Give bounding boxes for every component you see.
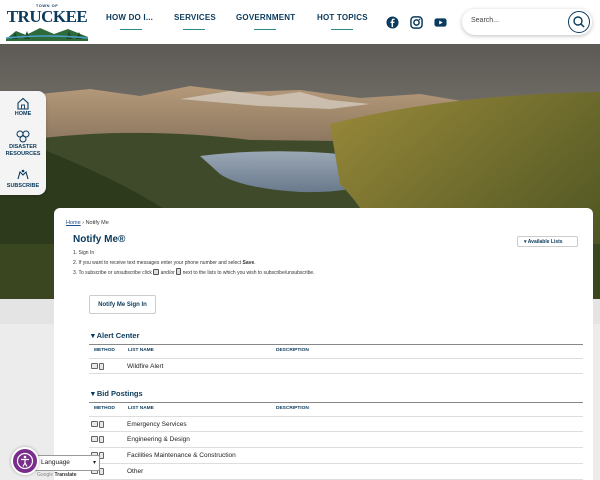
nav-underline xyxy=(331,29,353,30)
facebook-icon[interactable] xyxy=(386,16,399,29)
breadcrumb-home-link[interactable]: Home xyxy=(66,220,81,226)
step-1: 1. Sign In xyxy=(73,250,95,256)
logo-name: TRUCKEE xyxy=(6,7,88,26)
column-list-name: LIST NAME xyxy=(128,406,154,411)
language-select[interactable]: Language ▾ xyxy=(34,455,100,471)
site-header: TOWN OF TRUCKEE HOW DO I... SERVICES GOV… xyxy=(0,0,600,44)
nav-hot-topics[interactable]: HOT TOPICS xyxy=(317,13,368,22)
google-translate-attribution[interactable]: Google Translate xyxy=(37,472,76,478)
list-name: Engineering & Design xyxy=(127,436,190,443)
section-alert-center-toggle[interactable]: ▾ Alert Center xyxy=(91,331,140,340)
method-icons xyxy=(91,363,105,381)
side-disaster-label: DISASTER RESOURCES xyxy=(5,144,41,157)
page-title: Notify Me® xyxy=(73,234,126,245)
sms-subscribe-icon[interactable] xyxy=(99,421,104,428)
list-name: Emergency Services xyxy=(127,421,187,428)
email-subscribe-icon[interactable] xyxy=(91,421,98,427)
table-row: Emergency Services xyxy=(89,416,583,432)
side-home-label: HOME xyxy=(14,111,32,117)
section-divider xyxy=(89,344,583,345)
column-method: METHOD xyxy=(94,406,115,411)
table-row: Engineering & Design xyxy=(89,432,583,448)
step-2-end: . xyxy=(254,259,256,266)
search-button[interactable] xyxy=(568,11,590,33)
language-select-value: Language xyxy=(41,459,70,466)
list-name: Other xyxy=(127,468,144,475)
step-3-text: 3. To subscribe or unsubscribe click xyxy=(73,270,154,276)
disaster-icon xyxy=(16,130,30,143)
available-lists-label: Available Lists xyxy=(527,239,563,245)
step-2: 2. If you want to receive text messages … xyxy=(73,259,315,269)
search-input[interactable]: Search... xyxy=(471,17,499,24)
column-description: DESCRIPTION xyxy=(276,348,309,353)
step-3-and: and/or xyxy=(159,270,177,276)
table-row: Other xyxy=(89,464,583,480)
step-3-end: next to the lists to which you wish to s… xyxy=(181,270,315,276)
email-subscribe-icon[interactable] xyxy=(91,363,98,369)
google-label: Google xyxy=(37,472,54,478)
accessibility-button[interactable] xyxy=(11,447,39,475)
step-2-save: Save xyxy=(242,259,255,266)
instructions: 1. Sign In 2. If you want to receive tex… xyxy=(73,249,315,279)
sms-subscribe-icon[interactable] xyxy=(99,436,104,443)
column-description: DESCRIPTION xyxy=(276,406,309,411)
town-logo[interactable]: TOWN OF TRUCKEE xyxy=(6,3,88,41)
side-home[interactable]: HOME xyxy=(0,97,46,118)
side-subscribe-label: SUBSCRIBE xyxy=(6,183,40,189)
nav-services[interactable]: SERVICES xyxy=(174,13,216,22)
home-icon xyxy=(17,97,29,110)
notify-me-sign-in-button[interactable]: Notify Me Sign In xyxy=(89,295,156,314)
search-icon xyxy=(573,16,585,28)
table-row: Facilities Maintenance & Construction xyxy=(89,448,583,464)
breadcrumb-current: Notify Me xyxy=(85,220,109,226)
subscribe-icon xyxy=(17,169,29,180)
logo-trees-graphic xyxy=(6,28,88,41)
nav-underline xyxy=(120,29,142,30)
nav-underline xyxy=(183,29,205,30)
nav-underline xyxy=(254,29,276,30)
nav-how-do-i[interactable]: HOW DO I... xyxy=(106,13,153,22)
list-name: Facilities Maintenance & Construction xyxy=(127,452,236,459)
section-divider xyxy=(89,402,583,403)
column-method: METHOD xyxy=(94,348,115,353)
step-2-text: 2. If you want to receive text messages … xyxy=(73,259,243,266)
side-subscribe[interactable]: SUBSCRIBE xyxy=(0,169,46,190)
search-box[interactable]: Search... xyxy=(462,9,592,35)
chevron-down-icon: ▾ xyxy=(524,239,527,245)
side-disaster-resources[interactable]: DISASTER RESOURCES xyxy=(0,129,46,157)
content-card: Home › Notify Me Notify Me® ▾ Available … xyxy=(54,208,593,480)
instagram-icon[interactable] xyxy=(410,16,423,29)
table-row: Wildfire Alert xyxy=(89,358,583,374)
available-lists-button[interactable]: ▾ Available Lists xyxy=(517,236,578,247)
side-menu: HOME DISASTER RESOURCES SUBSCRIBE xyxy=(0,91,46,195)
accessibility-icon xyxy=(16,452,34,470)
section-bid-postings-toggle[interactable]: ▾ Bid Postings xyxy=(91,389,143,398)
youtube-icon[interactable] xyxy=(434,16,447,29)
breadcrumb: Home › Notify Me xyxy=(66,220,109,226)
step-3: 3. To subscribe or unsubscribe click and… xyxy=(73,268,315,279)
list-name: Wildfire Alert xyxy=(127,363,164,370)
chevron-down-icon: ▾ xyxy=(92,460,96,466)
email-subscribe-icon[interactable] xyxy=(91,436,98,442)
translate-label: Translate xyxy=(54,472,77,478)
column-list-name: LIST NAME xyxy=(128,348,154,353)
sms-subscribe-icon[interactable] xyxy=(99,363,104,370)
nav-government[interactable]: GOVERNMENT xyxy=(236,13,295,22)
